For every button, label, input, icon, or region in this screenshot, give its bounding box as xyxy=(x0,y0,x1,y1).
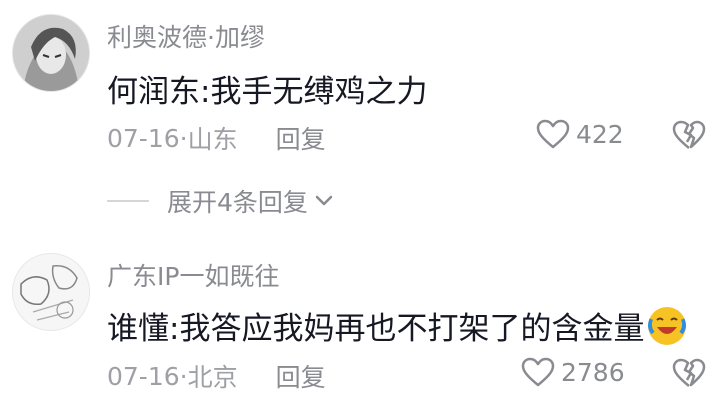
comment-date: 07-16 xyxy=(107,123,180,153)
manga-portrait-avatar-image xyxy=(13,15,89,91)
heart-icon xyxy=(521,357,555,387)
broken-heart-icon xyxy=(672,120,706,149)
avatar[interactable] xyxy=(12,14,90,92)
meta-separator: · xyxy=(179,123,188,153)
expand-replies-label: 展开4条回复 xyxy=(167,188,308,217)
like-button[interactable]: 422 xyxy=(536,119,624,149)
comment-text-row: 谁懂:我答应我妈再也不打架了的含金量 xyxy=(107,303,687,348)
comment-date: 07-16 xyxy=(107,361,180,391)
comic-sketch-avatar-image xyxy=(13,254,89,330)
dislike-button[interactable] xyxy=(672,120,706,154)
reply-button[interactable]: 回复 xyxy=(276,358,326,394)
comment-text: 谁懂:我答应我妈再也不打架了的含金量 xyxy=(107,311,645,347)
expand-replies-button[interactable]: 展开4条回复 xyxy=(107,183,334,219)
heart-icon xyxy=(536,119,570,149)
like-count: 2786 xyxy=(561,357,625,387)
avatar[interactable] xyxy=(12,253,90,331)
comment-meta: 07-16 · 北京 回复 xyxy=(107,358,326,394)
laughing-crying-emoji-icon xyxy=(648,306,687,345)
dislike-button[interactable] xyxy=(672,358,706,392)
comment-username[interactable]: 利奥波德·加缪 xyxy=(107,18,265,54)
chevron-down-icon xyxy=(315,195,333,206)
like-count: 422 xyxy=(576,119,624,149)
comment-text: 何润东:我手无缚鸡之力 xyxy=(107,74,428,110)
like-button[interactable]: 2786 xyxy=(521,357,625,387)
reply-button[interactable]: 回复 xyxy=(276,120,326,156)
meta-separator: · xyxy=(179,361,188,391)
broken-heart-icon xyxy=(672,358,706,387)
comment-location: 山东 xyxy=(187,125,238,154)
comment-location: 北京 xyxy=(187,363,238,392)
comment-meta: 07-16 · 山东 回复 xyxy=(107,120,326,156)
divider-line xyxy=(107,200,149,202)
comment-username[interactable]: 广东IP一如既往 xyxy=(107,257,279,293)
